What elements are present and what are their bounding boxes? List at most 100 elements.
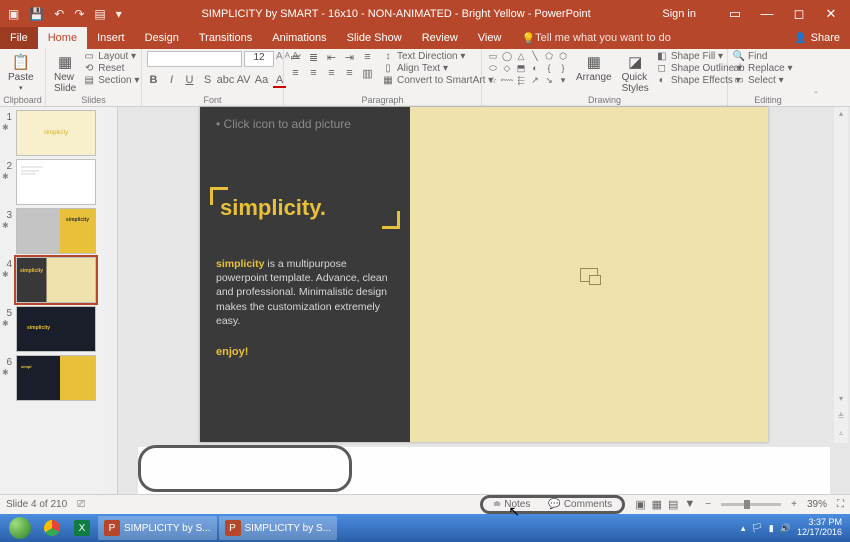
slideshow-view-icon[interactable]: ▼ bbox=[684, 498, 695, 511]
layout-icon: ▭ bbox=[83, 51, 95, 62]
tab-file[interactable]: File bbox=[0, 27, 38, 49]
share-button[interactable]: Share bbox=[784, 27, 850, 49]
chrome-taskbar-button[interactable] bbox=[38, 516, 66, 540]
tray-network-icon[interactable]: ▮ bbox=[769, 523, 774, 534]
sorter-view-icon[interactable]: ▦ bbox=[652, 498, 662, 511]
qat-dropdown-icon[interactable]: ▾ bbox=[116, 7, 122, 21]
tray-flag-icon[interactable]: 🏳 bbox=[751, 523, 762, 534]
tab-slideshow[interactable]: Slide Show bbox=[337, 27, 412, 49]
picture-icon[interactable] bbox=[580, 268, 598, 282]
italic-button[interactable]: I bbox=[165, 74, 178, 88]
numbering-button[interactable]: ≣ bbox=[307, 51, 320, 64]
picture-placeholder[interactable] bbox=[410, 107, 768, 442]
tray-volume-icon[interactable]: 🔊 bbox=[780, 523, 791, 534]
powerpoint-task-1[interactable]: PSIMPLICITY by S... bbox=[98, 516, 217, 540]
reading-view-icon[interactable]: ▤ bbox=[668, 498, 678, 511]
thumb-5[interactable]: 5✱ simplicity bbox=[2, 306, 117, 352]
corner-bracket-br-icon bbox=[382, 211, 400, 229]
zoom-out-button[interactable]: − bbox=[705, 499, 711, 510]
font-size-select[interactable]: 12 bbox=[244, 51, 274, 67]
thumb-6[interactable]: 6✱ simpl bbox=[2, 355, 117, 401]
slide-counter[interactable]: Slide 4 of 210 bbox=[6, 499, 67, 510]
start-button[interactable] bbox=[4, 516, 36, 540]
tell-me[interactable]: 💡 Tell me what you want to do bbox=[511, 27, 680, 49]
tab-view[interactable]: View bbox=[468, 27, 512, 49]
justify-button[interactable]: ≡ bbox=[343, 67, 356, 80]
tab-animations[interactable]: Animations bbox=[262, 27, 336, 49]
slide-thumbnails-panel[interactable]: 1✱ simplicity 2✱ ━━━━━━━━━━━━━━━━━━━━━━━… bbox=[0, 107, 118, 494]
align-left-button[interactable]: ≡ bbox=[289, 67, 302, 80]
undo-icon[interactable]: ↶ bbox=[54, 7, 64, 21]
font-family-select[interactable] bbox=[147, 51, 242, 67]
close-button[interactable]: ✕ bbox=[818, 0, 844, 27]
shadow-button[interactable]: abc bbox=[219, 74, 232, 88]
zoom-slider[interactable] bbox=[721, 503, 781, 506]
shapes-gallery[interactable]: ▭◯△╲⬠⬡ ⬭◇⬒◐{} ☆⬳⬱↗↘▾ bbox=[487, 51, 569, 85]
collapse-ribbon-icon[interactable]: ˇ bbox=[808, 49, 824, 106]
arrange-button[interactable]: ▦ Arrange bbox=[573, 51, 615, 85]
excel-taskbar-button[interactable]: X bbox=[68, 516, 96, 540]
titlebar: ▣ 💾 ↶ ↷ ▤ ▾ SIMPLICITY by SMART - 16x10 … bbox=[0, 0, 850, 27]
signin-link[interactable]: Sign in bbox=[662, 8, 696, 20]
bullets-button[interactable]: ≔ bbox=[289, 51, 302, 64]
comments-toggle[interactable]: 💬Comments ↖ bbox=[544, 499, 616, 510]
slide[interactable]: • Click icon to add picture simplicity. … bbox=[200, 107, 768, 442]
thumb-2[interactable]: 2✱ ━━━━━━━━━━━━━━━━━━━━━━━━━━━━━━ bbox=[2, 159, 117, 205]
ribbon-display-icon[interactable]: ▭ bbox=[722, 0, 748, 27]
vertical-scrollbar[interactable]: ▴ ▾ ≜ ⩡ bbox=[834, 107, 848, 443]
find-button[interactable]: 🔍Find bbox=[733, 51, 793, 62]
columns-button[interactable]: ▥ bbox=[361, 67, 374, 80]
powerpoint-task-2[interactable]: PSIMPLICITY by S... bbox=[219, 516, 338, 540]
new-slide-button[interactable]: ▦ New Slide bbox=[51, 51, 79, 96]
zoom-in-button[interactable]: + bbox=[791, 499, 797, 510]
align-right-button[interactable]: ≡ bbox=[325, 67, 338, 80]
increase-font-icon[interactable]: A bbox=[276, 51, 283, 67]
tray-up-icon[interactable]: ▴ bbox=[741, 523, 746, 534]
thumb-1[interactable]: 1✱ simplicity bbox=[2, 110, 117, 156]
save-icon[interactable]: 💾 bbox=[29, 7, 44, 21]
zoom-level[interactable]: 39% bbox=[807, 499, 827, 510]
select-button[interactable]: ▭Select ▾ bbox=[733, 75, 793, 86]
section-button[interactable]: ▤Section ▾ bbox=[83, 75, 139, 86]
fit-window-icon[interactable]: ⛶ bbox=[837, 499, 844, 510]
start-from-beginning-icon[interactable]: ▤ bbox=[94, 7, 105, 21]
paste-button[interactable]: 📋 Paste▾ bbox=[5, 51, 37, 94]
clock[interactable]: 3:37 PM 12/17/2016 bbox=[797, 518, 842, 538]
quick-styles-button[interactable]: ◪ Quick Styles bbox=[619, 51, 652, 96]
underline-button[interactable]: U bbox=[183, 74, 196, 88]
notes-pane[interactable] bbox=[138, 447, 830, 494]
align-center-button[interactable]: ≡ bbox=[307, 67, 320, 80]
spell-check-icon[interactable]: ⎚ bbox=[77, 499, 85, 510]
replace-button[interactable]: abReplace ▾ bbox=[733, 63, 793, 74]
group-paragraph: Paragraph bbox=[284, 95, 481, 105]
tab-transitions[interactable]: Transitions bbox=[189, 27, 262, 49]
case-button[interactable]: Aa bbox=[255, 74, 268, 88]
system-tray[interactable]: ▴ 🏳 ▮ 🔊 3:37 PM 12/17/2016 bbox=[741, 518, 846, 538]
shape-outline-icon: ◻ bbox=[656, 63, 668, 74]
maximize-button[interactable]: ◻ bbox=[786, 0, 812, 27]
bold-button[interactable]: B bbox=[147, 74, 160, 88]
tab-insert[interactable]: Insert bbox=[87, 27, 135, 49]
redo-icon[interactable]: ↷ bbox=[74, 7, 84, 21]
layout-button[interactable]: ▭Layout ▾ bbox=[83, 51, 139, 62]
increase-indent-button[interactable]: ⇥ bbox=[343, 51, 356, 64]
strike-button[interactable]: S bbox=[201, 74, 214, 88]
slide-description[interactable]: simplicity is a multipurpose powerpoint … bbox=[216, 257, 394, 328]
reset-button[interactable]: ⟲Reset bbox=[83, 63, 139, 74]
thumb-4[interactable]: 4✱ simplicity bbox=[2, 257, 117, 303]
normal-view-icon[interactable]: ▣ bbox=[635, 498, 645, 511]
align-text-button[interactable]: ▯Align Text ▾ bbox=[382, 63, 493, 74]
thumb-3[interactable]: 3✱ simplicity bbox=[2, 208, 117, 254]
slide-title[interactable]: simplicity. bbox=[216, 193, 330, 223]
text-direction-button[interactable]: ↕Text Direction ▾ bbox=[382, 51, 493, 62]
replace-icon: ab bbox=[733, 63, 745, 74]
line-spacing-button[interactable]: ≡ bbox=[361, 51, 374, 64]
decrease-indent-button[interactable]: ⇤ bbox=[325, 51, 338, 64]
tab-review[interactable]: Review bbox=[412, 27, 468, 49]
spacing-button[interactable]: AV bbox=[237, 74, 250, 88]
quick-styles-icon: ◪ bbox=[626, 53, 644, 71]
minimize-button[interactable]: — bbox=[754, 0, 780, 27]
tab-design[interactable]: Design bbox=[135, 27, 189, 49]
tab-home[interactable]: Home bbox=[38, 27, 87, 49]
smartart-button[interactable]: ▦Convert to SmartArt ▾ bbox=[382, 75, 493, 86]
